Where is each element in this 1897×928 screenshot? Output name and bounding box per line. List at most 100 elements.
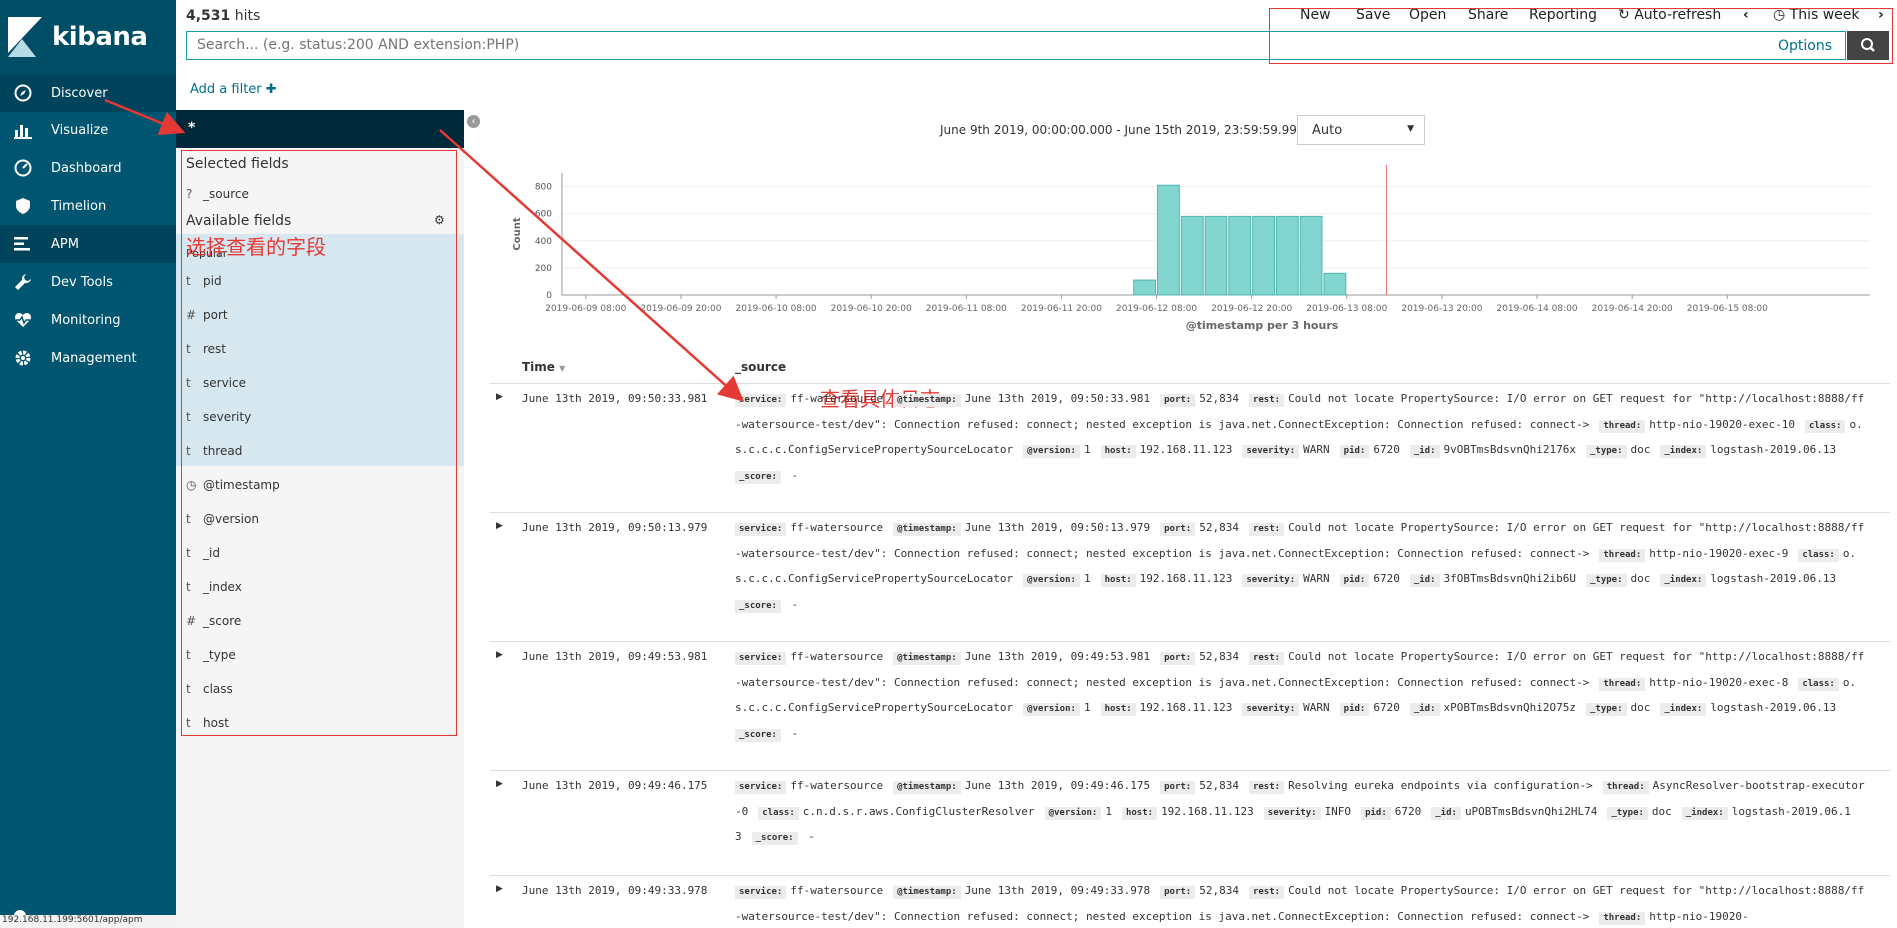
field-value: - bbox=[784, 469, 799, 483]
field-key: service: bbox=[735, 523, 787, 536]
field-key: rest: bbox=[1248, 523, 1285, 536]
nav-item-dashboard[interactable]: Dashboard bbox=[0, 149, 176, 187]
field-key: service: bbox=[735, 652, 787, 665]
compass-icon bbox=[14, 84, 32, 102]
field-key: rest: bbox=[1248, 886, 1285, 899]
field-key: service: bbox=[735, 781, 787, 794]
field-key: _score: bbox=[735, 729, 781, 743]
field-key: severity: bbox=[1242, 445, 1300, 459]
status-url: 192.168.11.199:5601/app/apm bbox=[0, 915, 176, 928]
expand-caret-icon[interactable]: ▶ bbox=[496, 521, 503, 531]
field-value: 52,834 bbox=[1199, 884, 1239, 897]
row-source: service: ff-watersource @timestamp: June 13… bbox=[735, 515, 1865, 618]
y-tick-label: 400 bbox=[535, 237, 552, 247]
field-key: @timestamp: bbox=[893, 886, 961, 899]
expand-caret-icon[interactable]: ▶ bbox=[496, 884, 503, 894]
x-tick-label: 2019-06-11 20:00 bbox=[1021, 304, 1102, 314]
nav-label: Visualize bbox=[51, 122, 109, 138]
x-tick-label: 2019-06-09 20:00 bbox=[640, 304, 721, 314]
field-key: rest: bbox=[1248, 652, 1285, 665]
nav-item-visualize[interactable]: Visualize bbox=[0, 111, 176, 149]
field-value: 52,834 bbox=[1199, 392, 1239, 405]
field-key: thread: bbox=[1599, 419, 1646, 433]
field-value: 6720 bbox=[1394, 804, 1422, 818]
shield-icon bbox=[16, 198, 30, 214]
field-value: June 13th 2019, 09:49:46.175 bbox=[964, 779, 1151, 792]
field-value: Resolving eureka endpoints via configura… bbox=[1288, 779, 1593, 792]
field-value: INFO bbox=[1324, 804, 1352, 818]
interval-select[interactable]: Auto ▼ bbox=[1297, 115, 1425, 145]
field-key: @timestamp: bbox=[893, 523, 961, 536]
nav-item-timelion[interactable]: Timelion bbox=[0, 187, 176, 225]
field-key: pid: bbox=[1361, 806, 1391, 820]
field-value: 1 bbox=[1083, 572, 1091, 586]
index-pattern-header[interactable]: * bbox=[176, 110, 464, 148]
field-key: @version: bbox=[1023, 703, 1080, 717]
nav-label: Discover bbox=[51, 85, 108, 101]
row-divider bbox=[490, 383, 1890, 384]
nav-label: Monitoring bbox=[51, 312, 121, 328]
field-key: _id: bbox=[1409, 703, 1440, 717]
row-divider bbox=[490, 641, 1890, 642]
add-filter-link[interactable]: Add a filter ✚ bbox=[190, 82, 277, 97]
bar-chart-icon bbox=[14, 125, 32, 139]
field-value: xPOBTmsBdsvnQhi2O75z bbox=[1443, 701, 1576, 715]
histogram-bar bbox=[1157, 184, 1180, 296]
field-key: service: bbox=[735, 394, 787, 407]
field-key: _index: bbox=[1681, 806, 1728, 820]
expand-caret-icon[interactable]: ▶ bbox=[496, 392, 503, 402]
list-icon bbox=[14, 237, 30, 251]
field-value: 192.168.11.123 bbox=[1161, 804, 1254, 818]
row-timestamp: June 13th 2019, 09:49:46.175 bbox=[522, 779, 708, 792]
y-tick-label: 800 bbox=[535, 183, 552, 193]
field-value: ff-watersource bbox=[790, 392, 884, 405]
histogram-bar bbox=[1180, 215, 1204, 296]
histogram-bar bbox=[1275, 215, 1299, 296]
nav-item-monitoring[interactable]: Monitoring bbox=[0, 301, 176, 339]
field-key: class: bbox=[758, 806, 799, 820]
expand-caret-icon[interactable]: ▶ bbox=[496, 779, 503, 789]
field-value: doc bbox=[1651, 804, 1672, 818]
nav-item-discover[interactable]: Discover bbox=[0, 74, 176, 112]
field-key: host: bbox=[1100, 703, 1136, 717]
field-key: _type: bbox=[1607, 806, 1648, 820]
y-tick-label: 600 bbox=[535, 210, 552, 220]
nav-item-dev-tools[interactable]: Dev Tools bbox=[0, 263, 176, 301]
field-key: _index: bbox=[1660, 445, 1707, 459]
field-key: class: bbox=[1798, 677, 1839, 691]
x-tick-label: 2019-06-10 08:00 bbox=[735, 304, 816, 314]
field-value: June 13th 2019, 09:49:53.981 bbox=[964, 650, 1151, 663]
column-header-source: _source bbox=[735, 360, 787, 374]
nav-label: Dev Tools bbox=[51, 274, 113, 290]
column-header-time[interactable]: Time ▼ bbox=[522, 360, 565, 374]
row-divider bbox=[490, 875, 1890, 876]
expand-caret-icon[interactable]: ▶ bbox=[496, 650, 503, 660]
collapse-sidebar-icon[interactable]: ‹ bbox=[467, 115, 480, 128]
row-timestamp: June 13th 2019, 09:50:13.979 bbox=[522, 521, 708, 534]
nav-item-management[interactable]: Management bbox=[0, 339, 176, 377]
annotation-box-fields bbox=[181, 150, 457, 736]
nav-item-apm[interactable]: APM bbox=[0, 225, 176, 263]
caret-down-icon: ▼ bbox=[1407, 124, 1414, 134]
field-value: 3fOBTmsBdsvnQhi2ib6U bbox=[1443, 572, 1576, 586]
x-tick-label: 2019-06-13 20:00 bbox=[1401, 304, 1482, 314]
field-key: severity: bbox=[1242, 574, 1300, 588]
y-axis-label: Count bbox=[512, 217, 523, 250]
field-value: ff-watersource bbox=[790, 884, 884, 897]
field-key: @timestamp: bbox=[893, 781, 961, 794]
field-key: _index: bbox=[1660, 703, 1707, 717]
heartbeat-icon bbox=[15, 313, 31, 327]
field-value: 192.168.11.123 bbox=[1139, 443, 1233, 457]
field-key: _score: bbox=[735, 471, 781, 485]
search-input[interactable] bbox=[197, 37, 1397, 53]
field-value: - bbox=[784, 727, 799, 741]
field-key: @timestamp: bbox=[893, 394, 961, 407]
row-source: service: ff-watersource @timestamp: June 13… bbox=[735, 773, 1865, 850]
histogram-chart[interactable]: 0 200 400 600 800 2019-06-09 08:00 2019-06-09 … bbox=[490, 165, 1880, 335]
field-value: WARN bbox=[1303, 701, 1330, 715]
hits-count: 4,531 hits bbox=[186, 8, 261, 24]
kibana-logo[interactable]: kibana bbox=[0, 0, 176, 74]
kibana-logo-icon bbox=[8, 17, 42, 57]
gauge-icon bbox=[14, 159, 32, 177]
field-value: June 13th 2019, 09:50:33.981 bbox=[964, 392, 1151, 405]
